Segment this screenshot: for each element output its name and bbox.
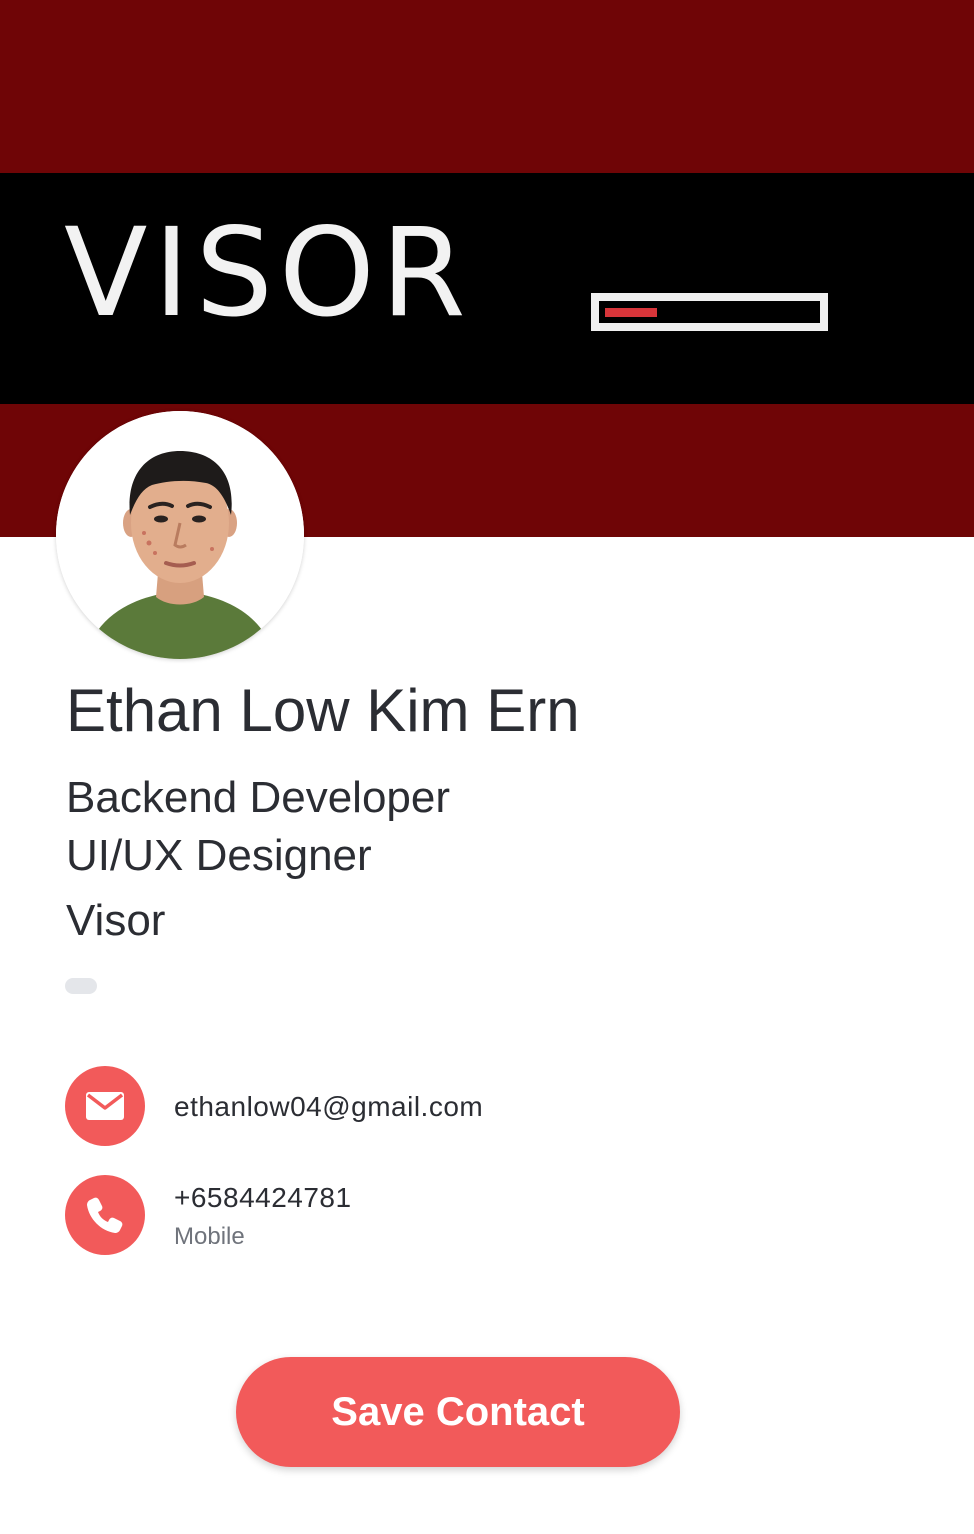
avatar xyxy=(56,411,304,659)
phone-icon-glyph xyxy=(87,1197,123,1233)
logo-bar-graphic xyxy=(591,293,828,331)
avatar-photo xyxy=(56,411,304,659)
phone-link[interactable]: +6584424781 xyxy=(174,1180,352,1216)
email-link[interactable]: ethanlow04@gmail.com xyxy=(174,1089,483,1125)
job-title-1: Backend Developer xyxy=(66,773,451,822)
phone-type-label: Mobile xyxy=(174,1223,245,1250)
job-title-2: UI/UX Designer xyxy=(66,831,372,880)
phone-icon[interactable] xyxy=(65,1175,145,1255)
logo-bar-accent xyxy=(605,308,657,317)
brand-logo: VISOR xyxy=(64,202,472,344)
company-name: Visor xyxy=(66,896,166,945)
profile-name: Ethan Low Kim Ern xyxy=(66,677,580,744)
save-contact-button[interactable]: Save Contact xyxy=(236,1357,680,1467)
envelope-icon[interactable] xyxy=(65,1066,145,1146)
badge-placeholder xyxy=(65,978,97,994)
envelope-icon-glyph xyxy=(86,1092,124,1120)
